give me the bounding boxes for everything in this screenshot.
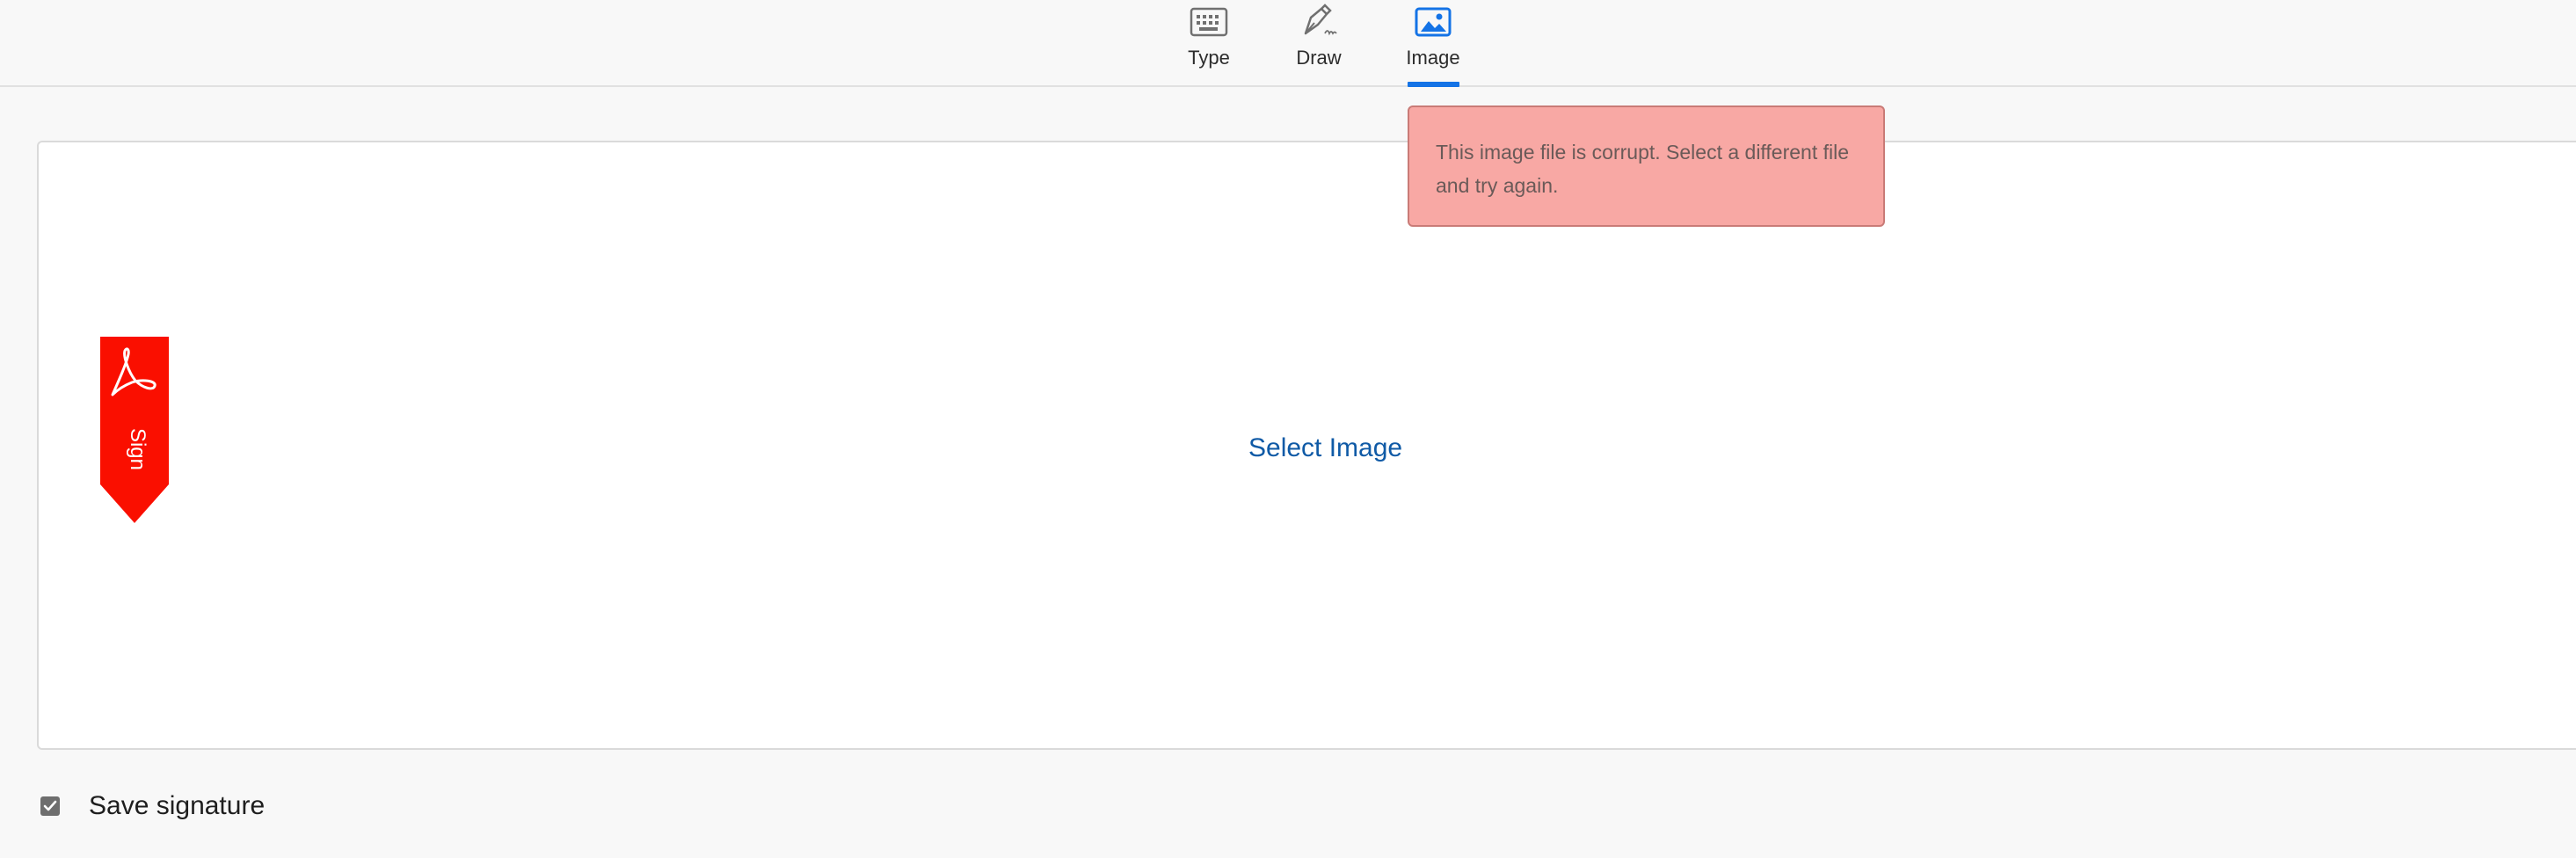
select-image-link[interactable]: Select Image [1248, 431, 1402, 466]
image-icon [1414, 0, 1452, 39]
error-message: This image file is corrupt. Select a dif… [1436, 141, 1850, 197]
tab-draw[interactable]: Draw [1284, 0, 1354, 85]
pen-nib-icon [1299, 0, 1339, 39]
signature-mode-tabbar: Type Draw Image [0, 0, 2576, 87]
save-signature-row: Save signature [40, 791, 265, 821]
tab-draw-label: Draw [1296, 47, 1342, 69]
sign-badge-label: Sign [126, 427, 149, 471]
save-signature-checkbox[interactable] [40, 796, 60, 816]
tab-image[interactable]: Image [1398, 0, 1468, 85]
tab-type[interactable]: Type [1174, 0, 1244, 85]
error-tooltip: This image file is corrupt. Select a dif… [1408, 105, 1885, 227]
save-signature-label: Save signature [89, 791, 266, 820]
active-tab-indicator [1408, 82, 1459, 87]
checkmark-icon [43, 800, 57, 811]
tab-image-label: Image [1406, 47, 1460, 69]
tab-type-label: Type [1188, 47, 1230, 69]
keyboard-icon [1190, 0, 1228, 39]
